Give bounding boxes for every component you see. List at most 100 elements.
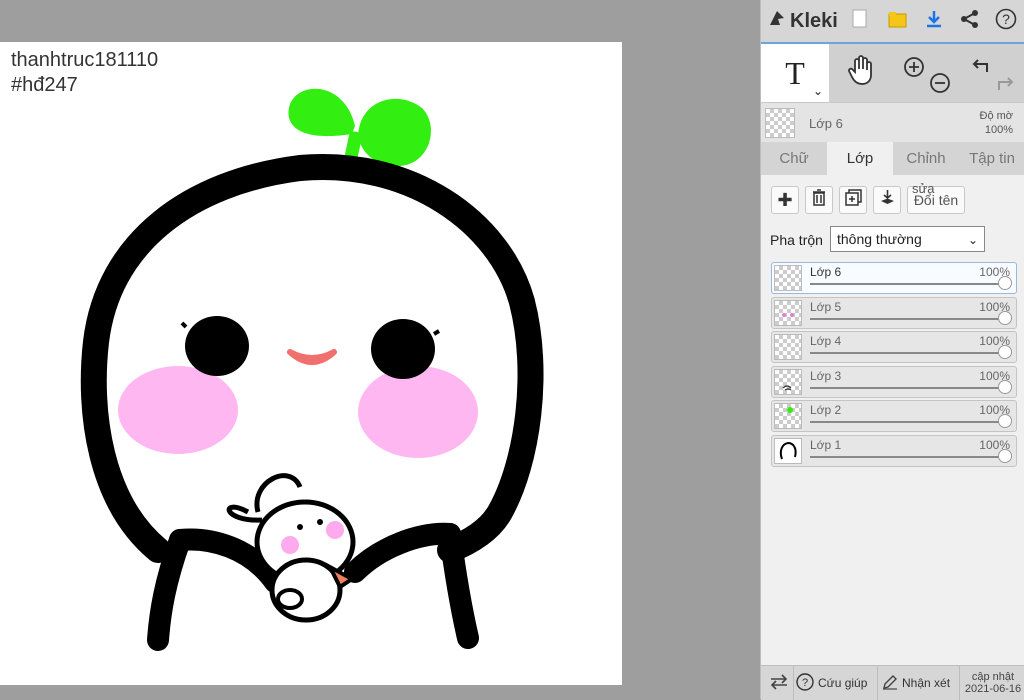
svg-text:?: ? [1002, 11, 1010, 27]
delete-layer-button[interactable] [805, 186, 833, 214]
side-panel: Kleki ? T ⌄ Lớp 6 Độ mờ 100% Chữ Lớp Chỉ… [760, 0, 1024, 700]
right-hand [344, 522, 461, 583]
current-layer-name: Lớp 6 [809, 116, 843, 131]
tab-file[interactable]: Tập tin [959, 142, 1024, 175]
opacity-slider-knob[interactable] [998, 414, 1012, 429]
blush-right [358, 366, 478, 458]
layer-name: Lớp 1 [810, 437, 842, 452]
layer-item[interactable]: Lớp 5 100% [771, 296, 1017, 329]
opacity-slider-track[interactable] [810, 283, 1004, 285]
tab-layers[interactable]: Lớp [827, 142, 893, 175]
opacity-slider-track[interactable] [810, 421, 1004, 424]
help-label: Cứu giúp [818, 676, 868, 690]
tool-row: T ⌄ [761, 44, 1024, 102]
redo-icon[interactable] [995, 74, 1017, 99]
chevron-down-icon[interactable]: ⌄ [813, 84, 823, 98]
eye-right [371, 319, 435, 379]
new-file-button[interactable] [845, 6, 875, 36]
layer-list: Lớp 6 100% Lớp 5 100% Lớp 4 100% Lớp 3 1… [771, 262, 1017, 470]
update-label: cập nhật [971, 671, 1015, 683]
opacity-slider-knob[interactable] [998, 345, 1012, 360]
rename-layer-button[interactable]: sửa Đổi tên [907, 181, 965, 214]
duplicate-icon [844, 189, 862, 211]
merge-down-icon [879, 189, 896, 211]
opacity-slider-knob[interactable] [998, 448, 1012, 463]
opacity-slider-track[interactable] [810, 317, 1004, 320]
caption-line-1: thanhtruc181110 [11, 49, 159, 71]
swap-side-button[interactable] [767, 666, 791, 700]
opacity-label: Độ mờ [979, 110, 1014, 122]
layer-item[interactable]: Lớp 2 100% [771, 400, 1017, 433]
blush-left [118, 366, 238, 454]
chevron-down-icon: ⌄ [967, 233, 978, 247]
kleki-logo-icon [767, 8, 787, 34]
svg-text:?: ? [802, 677, 808, 689]
layers-tab-body: ✚ sửa Đổi tên Pha trộn thông thường ⌄ Lớ… [761, 175, 1024, 665]
layer-thumbnail [774, 368, 802, 395]
feedback-icon [882, 674, 898, 693]
tab-adjust[interactable]: Chỉnh [893, 142, 959, 175]
tab-text[interactable]: Chữ [761, 142, 827, 175]
sprout-leaf-left [288, 88, 355, 137]
add-layer-button[interactable]: ✚ [771, 186, 799, 214]
top-bar: Kleki ? [761, 0, 1024, 44]
opacity-value: 100% [984, 124, 1013, 136]
layer-thumbnail [774, 334, 802, 361]
text-tool-icon: T [785, 54, 805, 91]
layer-item[interactable]: Lớp 1 100% [771, 434, 1017, 467]
open-file-button[interactable] [883, 6, 913, 36]
canvas-area[interactable]: thanhtruc181110 #hđ247 [0, 0, 760, 699]
swap-arrows-icon [769, 673, 789, 694]
layer-thumbnail [774, 299, 802, 326]
zoom-in-icon[interactable] [903, 56, 925, 83]
share-button[interactable] [955, 6, 985, 36]
opacity-slider-track[interactable] [810, 352, 1004, 355]
undo-redo-controls [961, 44, 1023, 102]
help-icon: ? [995, 8, 1017, 35]
update-date: 2021-06-16 [964, 683, 1022, 695]
blend-mode-label: Pha trộn [770, 232, 823, 248]
layer-item[interactable]: Lớp 6 100% [771, 262, 1017, 294]
hand-tool-icon [847, 54, 877, 93]
eye-left [185, 316, 249, 376]
blend-mode-select[interactable]: thông thường ⌄ [830, 226, 985, 252]
caption-line-2: #hđ247 [11, 74, 78, 96]
help-button[interactable]: ? [991, 6, 1021, 36]
opacity-slider-knob[interactable] [998, 276, 1012, 290]
canvas-caption: thanhtruc181110 #hđ247 [11, 48, 158, 98]
opacity-slider-knob[interactable] [998, 379, 1012, 394]
download-button[interactable] [919, 6, 949, 36]
kleki-logo[interactable]: Kleki [767, 8, 838, 34]
new-file-icon [852, 9, 868, 34]
current-layer-thumbnail [765, 108, 795, 138]
hand-tool-button[interactable] [831, 44, 893, 102]
feedback-link[interactable]: Nhận xét [877, 666, 962, 700]
opacity-slider-track[interactable] [810, 386, 1004, 389]
opacity-slider-knob[interactable] [998, 310, 1012, 325]
bottom-bar: ? Cứu giúp Nhận xét cập nhật 2021-06-16 [761, 665, 1024, 700]
trash-icon [812, 189, 826, 211]
update-info[interactable]: cập nhật 2021-06-16 [959, 666, 1024, 700]
layer-name: Lớp 4 [810, 334, 842, 349]
plus-icon: ✚ [777, 189, 793, 210]
app-name: Kleki [790, 9, 838, 32]
mouth [287, 349, 337, 365]
zoom-out-icon[interactable] [929, 72, 951, 99]
layer-item[interactable]: Lớp 4 100% [771, 331, 1017, 364]
undo-icon[interactable] [969, 56, 991, 81]
duplicate-layer-button[interactable] [839, 186, 867, 214]
layer-thumbnail [774, 437, 802, 464]
drawing-artwork [80, 88, 544, 651]
panel-tabs: Chữ Lớp Chỉnh Tập tin [761, 142, 1024, 175]
text-tool-button[interactable]: T ⌄ [761, 44, 829, 102]
help-link[interactable]: ? Cứu giúp [793, 666, 878, 700]
layer-thumbnail [774, 403, 802, 430]
drawing-canvas[interactable]: thanhtruc181110 #hđ247 [0, 42, 622, 685]
layer-item[interactable]: Lớp 3 100% [771, 365, 1017, 398]
layer-name: Lớp 2 [810, 403, 842, 418]
share-icon [960, 9, 980, 34]
merge-down-button[interactable] [873, 186, 901, 214]
opacity-slider-track[interactable] [810, 455, 1004, 458]
layer-name: Lớp 3 [810, 368, 842, 383]
layer-thumbnail [774, 265, 802, 291]
